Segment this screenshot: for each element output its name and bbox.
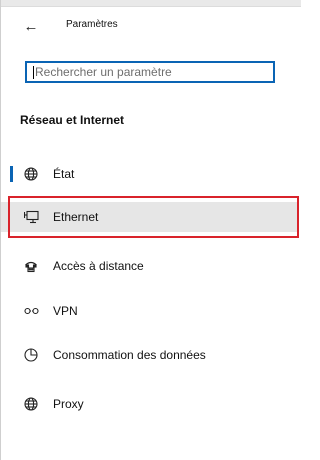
back-button[interactable]: ← xyxy=(20,14,42,38)
globe-icon xyxy=(22,165,40,183)
title-bar: ← Paramètres xyxy=(0,14,301,42)
sidebar-item-label: Proxy xyxy=(53,397,84,411)
sidebar-item-label: Consommation des données xyxy=(53,348,206,362)
search-box[interactable] xyxy=(25,61,275,83)
section-heading: Réseau et Internet xyxy=(20,113,125,127)
sidebar-item-proxy[interactable]: Proxy xyxy=(1,389,299,419)
sidebar-item-label: Accès à distance xyxy=(53,259,144,273)
app-title: Paramètres xyxy=(66,19,118,30)
selected-indicator xyxy=(10,166,13,182)
monitor-network-icon xyxy=(22,208,40,226)
sidebar-item-label: État xyxy=(53,167,75,181)
sidebar-item-ethernet[interactable]: Ethernet xyxy=(1,202,299,232)
text-caret xyxy=(33,66,34,79)
sidebar-item-label: Ethernet xyxy=(53,210,99,224)
sidebar-item-label: VPN xyxy=(53,304,78,318)
sidebar-item-vpn[interactable]: VPN xyxy=(1,296,299,326)
search-input[interactable] xyxy=(35,64,265,80)
sidebar-item-etat[interactable]: État xyxy=(1,159,299,189)
sidebar-item-acces-distance[interactable]: Accès à distance xyxy=(1,251,299,281)
window-top-strip xyxy=(0,0,301,7)
dialup-phone-icon xyxy=(22,257,40,275)
vpn-icon xyxy=(22,302,40,320)
data-usage-icon xyxy=(22,346,40,364)
globe-icon xyxy=(22,395,40,413)
sidebar-item-consommation[interactable]: Consommation des données xyxy=(1,340,299,370)
